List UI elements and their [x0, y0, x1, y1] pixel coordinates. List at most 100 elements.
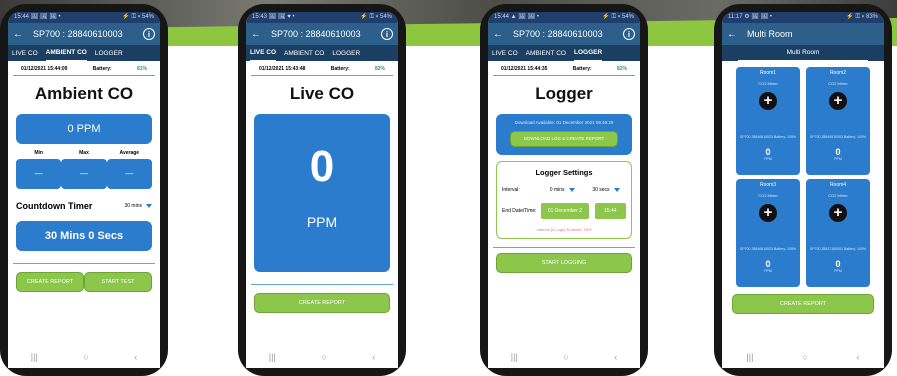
recents-icon[interactable]: |||: [511, 352, 518, 362]
info-icon[interactable]: i: [381, 28, 393, 40]
home-icon[interactable]: ○: [321, 352, 326, 362]
room-device-label: CO2 Meter: [758, 193, 778, 198]
back-icon[interactable]: ‹: [614, 352, 617, 362]
add-device-icon[interactable]: +: [829, 204, 847, 222]
home-icon[interactable]: ○: [802, 352, 807, 362]
countdown-select-value: 30 mins: [124, 203, 142, 209]
tab-live-co[interactable]: LIVE CO: [12, 46, 38, 61]
room-name: Room4: [829, 182, 847, 188]
tab-ambient-co[interactable]: AMBIENT CO: [526, 46, 566, 61]
back-arrow-icon[interactable]: ←: [251, 29, 263, 40]
tab-logger[interactable]: LOGGER: [95, 46, 123, 61]
stat-values: — — —: [16, 159, 152, 189]
room-unit: PPM: [764, 157, 772, 161]
status-icons: ⚡ ⚿ ▾ 83%: [846, 14, 878, 20]
recents-icon[interactable]: |||: [269, 352, 276, 362]
tab-bar: LIVE CO AMBIENT CO LOGGER: [488, 45, 640, 62]
create-report-button[interactable]: CREATE REPORT: [16, 272, 84, 292]
end-datetime-row: End Date/Time: 01 December 2 15:44: [502, 203, 626, 219]
status-time: 15:44 ▲ 🖼 🖼 •: [494, 14, 539, 20]
divider: [251, 284, 393, 285]
end-time-field[interactable]: 15:44: [594, 203, 626, 219]
caret-down-icon: [146, 204, 152, 208]
add-device-icon[interactable]: +: [759, 92, 777, 110]
room-battery: Battery: 100%: [844, 135, 866, 139]
caret-down-icon: [568, 188, 575, 192]
back-arrow-icon[interactable]: ←: [727, 29, 739, 40]
device-info-row: 01/12/2021 15:43:48 Battery: 82%: [251, 61, 393, 76]
recents-icon[interactable]: |||: [31, 352, 38, 362]
room-unit: PPM: [834, 269, 842, 273]
room-device-id: SP700 28840610003: [740, 135, 773, 139]
interval-mins-select[interactable]: 0 mins: [538, 187, 585, 193]
tab-bar: Multi Room: [722, 45, 884, 62]
end-date-field[interactable]: 01 December 2: [541, 203, 589, 219]
info-icon[interactable]: i: [623, 28, 635, 40]
download-available-text: Download Available: 01 December 2021 09:…: [514, 120, 614, 125]
room-value: 0: [765, 147, 771, 157]
room-unit: PPM: [764, 269, 772, 273]
room-card[interactable]: Room1 CO2 Meter + SP700 28840610003 Batte…: [736, 67, 800, 175]
room-battery: Battery: 100%: [774, 135, 796, 139]
app-bar: ← SP700 : 28840610003 i: [488, 23, 640, 45]
tab-live-co[interactable]: LIVE CO: [492, 46, 518, 61]
room-card[interactable]: Room2 CO2 Meter + SP700 28840610003 Batte…: [806, 67, 870, 175]
tab-logger[interactable]: LOGGER: [574, 45, 603, 62]
room-device-id: SP700 28840610003: [810, 135, 843, 139]
home-icon[interactable]: ○: [563, 352, 568, 362]
page-title: Ambient CO: [34, 84, 134, 103]
android-nav-bar: ||| ○ ‹: [246, 346, 398, 368]
status-bar: 15:44 ▲ 🖼 🖼 • ⚡ ⚿ ▾ 54%: [488, 12, 640, 23]
tab-ambient-co[interactable]: AMBIENT CO: [45, 45, 87, 62]
info-icon[interactable]: i: [143, 28, 155, 40]
live-reading-panel: 0 PPM: [254, 114, 390, 272]
screen: 15:44 🖼 🖼 🖼 • ⚡ ⚿ ▾ 54% ← SP700 : 288406…: [8, 12, 160, 368]
back-arrow-icon[interactable]: ←: [13, 29, 25, 40]
room-device-id: SP700 28817180001: [810, 247, 843, 251]
start-logging-button[interactable]: START LOGGING: [496, 253, 632, 273]
divider: [13, 263, 155, 264]
start-test-button[interactable]: START TEST: [84, 272, 152, 292]
live-unit: PPM: [306, 214, 338, 230]
home-icon[interactable]: ○: [83, 352, 88, 362]
create-report-button[interactable]: CREATE REPORT: [254, 293, 390, 313]
page-title: Live CO: [289, 84, 355, 103]
tab-logger[interactable]: LOGGER: [332, 46, 360, 61]
back-arrow-icon[interactable]: ←: [493, 29, 505, 40]
app-bar: ← Multi Room: [722, 23, 884, 45]
room-device-id: SP700 28840610003: [740, 247, 773, 251]
room-card[interactable]: Room3 CO2 Meter + SP700 28840610003 Batte…: [736, 179, 800, 287]
average-value: —: [106, 159, 152, 189]
countdown-row: Countdown Timer 30 mins: [16, 201, 152, 211]
room-battery: Battery: 100%: [774, 247, 796, 251]
room-name: Room1: [759, 70, 777, 76]
tab-ambient-co[interactable]: AMBIENT CO: [284, 46, 324, 61]
back-icon[interactable]: ‹: [134, 352, 137, 362]
create-report-button[interactable]: CREATE REPORT: [732, 294, 874, 314]
screen: 15:43 🖼 🖼 ♥ • ⚡ ⚿ ▾ 54% ← SP700 : 288406…: [246, 12, 398, 368]
download-log-button[interactable]: DOWNLOAD LOG & CREATE REPORT: [510, 131, 618, 147]
back-icon[interactable]: ‹: [372, 352, 375, 362]
phone-ambient-co: 15:44 🖼 🖼 🖼 • ⚡ ⚿ ▾ 54% ← SP700 : 288406…: [0, 4, 168, 376]
logger-settings-title: Logger Settings: [535, 168, 593, 177]
tab-multi-room[interactable]: Multi Room: [738, 45, 868, 62]
add-device-icon[interactable]: +: [759, 204, 777, 222]
interval-warning: Interval (0 Logs) Enabled: 15%: [536, 227, 592, 232]
screen: 15:44 ▲ 🖼 🖼 • ⚡ ⚿ ▾ 54% ← SP700 : 288406…: [488, 12, 640, 368]
interval-secs-select[interactable]: 30 secs: [586, 187, 626, 193]
interval-label: Interval:: [502, 187, 520, 193]
room-card[interactable]: Room4 CO2 Meter + SP700 28817180001 Batte…: [806, 179, 870, 287]
back-icon[interactable]: ‹: [857, 352, 860, 362]
min-value: —: [16, 159, 62, 189]
room-name: Room3: [759, 182, 777, 188]
recents-icon[interactable]: |||: [746, 352, 753, 362]
phone-live-co: 15:43 🖼 🖼 ♥ • ⚡ ⚿ ▾ 54% ← SP700 : 288406…: [238, 4, 406, 376]
tab-bar: LIVE CO AMBIENT CO LOGGER: [246, 45, 398, 62]
tab-live-co[interactable]: LIVE CO: [250, 45, 277, 62]
status-icons: ⚡ ⚿ ▾ 54%: [602, 14, 634, 20]
phone-logger: 15:44 ▲ 🖼 🖼 • ⚡ ⚿ ▾ 54% ← SP700 : 288406…: [480, 4, 648, 376]
countdown-select[interactable]: 30 mins: [124, 203, 152, 209]
add-device-icon[interactable]: +: [829, 92, 847, 110]
page-title: Logger: [535, 84, 593, 103]
status-bar: 15:44 🖼 🖼 🖼 • ⚡ ⚿ ▾ 54%: [8, 12, 160, 23]
